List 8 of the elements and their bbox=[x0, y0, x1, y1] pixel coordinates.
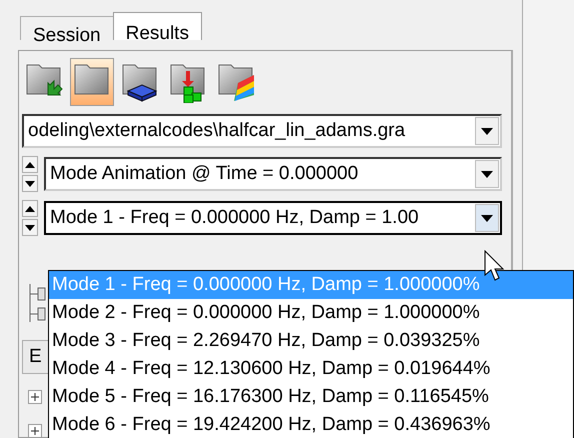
list-item[interactable]: Mode 5 - Freq = 16.176300 Hz, Damp = 0.116545% bbox=[49, 383, 573, 411]
dropdown-field[interactable]: Mode Animation @ Time = 0.000000 bbox=[44, 157, 502, 191]
list-item[interactable]: Mode 2 - Freq = 0.000000 Hz, Damp = 1.000000% bbox=[49, 299, 573, 327]
dropdown-field[interactable]: odeling\externalcodes\halfcar_lin_adams.gra bbox=[22, 114, 502, 148]
tab[interactable]: Results bbox=[112, 12, 202, 40]
dropdown-field[interactable]: Mode 1 - Freq = 0.000000 Hz, Damp = 1.00 bbox=[44, 201, 502, 235]
list-item[interactable]: Mode 6 - Freq = 19.424200 Hz, Damp = 0.436963% bbox=[49, 411, 573, 438]
tab[interactable]: Session bbox=[20, 16, 114, 40]
